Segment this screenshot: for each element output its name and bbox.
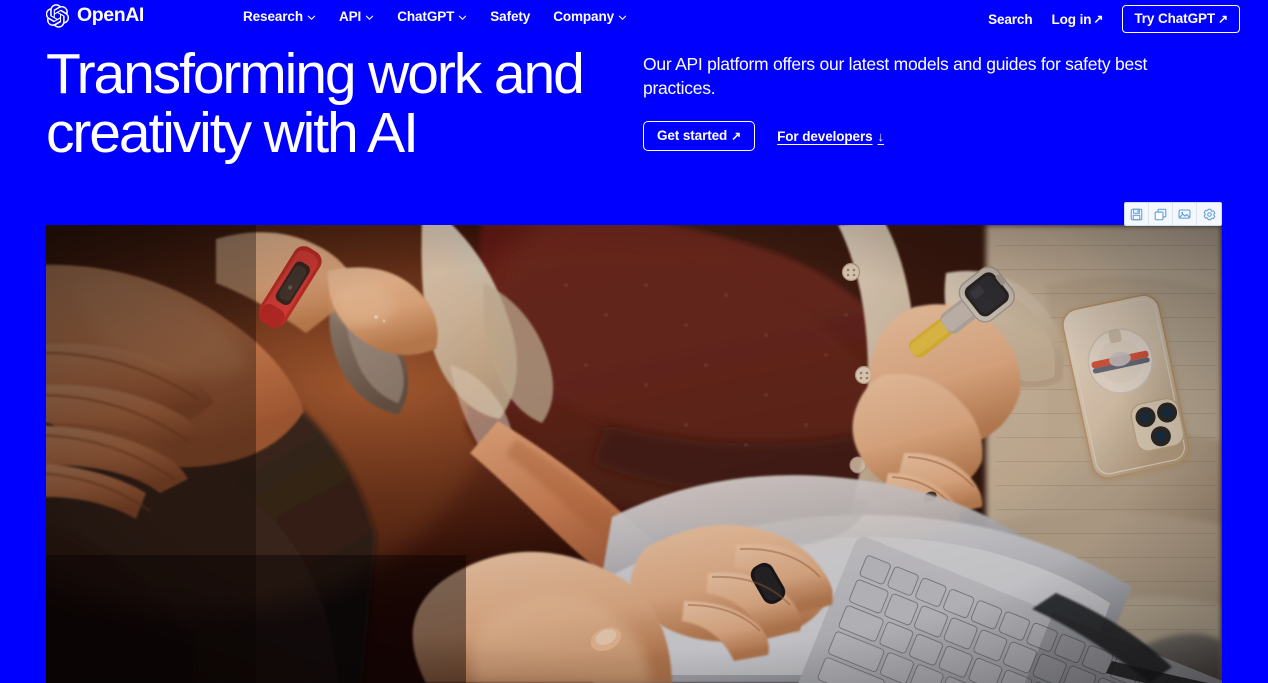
for-developers-label: For developers [777,128,873,144]
nav-item-api[interactable]: API [339,9,374,24]
nav-item-safety[interactable]: Safety [490,9,530,24]
login-link[interactable]: Log in ↗ [1052,12,1104,27]
get-started-label: Get started [657,128,728,144]
page-title: Transforming work and creativity with AI [46,42,646,166]
image-toolbar [1124,202,1222,226]
brand-name: OpenAI [77,4,144,27]
hero-actions: Get started ↗ For developers ↓ [643,121,1223,152]
try-chatgpt-label: Try ChatGPT [1134,11,1216,26]
nav-item-label: Company [553,9,615,24]
hero-photo [46,225,1222,683]
site-header: OpenAI Research API ChatGPT Safety Compa… [0,0,1268,34]
copy-icon[interactable] [1149,203,1173,225]
hero-copy-block: Our API platform offers our latest model… [643,52,1223,152]
arrow-up-right-icon: ↗ [1093,12,1104,26]
search-label: Search [988,11,1033,27]
get-started-button[interactable]: Get started ↗ [643,121,756,152]
openai-blossom-icon [45,4,70,28]
try-chatgpt-button[interactable]: Try ChatGPT ↗ [1122,5,1240,33]
settings-gear-icon[interactable] [1197,203,1221,225]
chevron-down-icon [618,13,627,22]
nav-item-label: Safety [490,9,531,24]
header-actions: Search Log in ↗ Try ChatGPT ↗ [988,5,1240,33]
chevron-down-icon [458,13,467,22]
openai-landing-page: OpenAI Research API ChatGPT Safety Compa… [0,0,1268,683]
nav-item-label: Research [243,9,303,24]
search-button[interactable]: Search [988,11,1033,27]
nav-item-chatgpt[interactable]: ChatGPT [397,9,467,24]
save-icon[interactable] [1125,203,1149,225]
nav-item-label: API [339,9,362,24]
brand-home-link[interactable]: OpenAI [45,4,144,28]
page-title-line-2: creativity with AI [46,101,419,166]
nav-item-research[interactable]: Research [243,9,316,24]
hero-image-container [46,225,1222,683]
chevron-down-icon [365,13,374,22]
hero-description: Our API platform offers our latest model… [643,54,1148,99]
arrow-up-right-icon: ↗ [731,128,742,143]
login-label: Log in [1051,11,1092,27]
page-title-line-1: Transforming work and [46,42,585,106]
chevron-down-icon [307,13,316,22]
primary-navigation: Research API ChatGPT Safety Company [243,9,627,24]
for-developers-link[interactable]: For developers ↓ [777,129,884,144]
nav-item-label: ChatGPT [397,9,455,24]
image-icon[interactable] [1173,203,1197,225]
nav-item-company[interactable]: Company [553,9,627,24]
arrow-up-right-icon: ↗ [1218,11,1228,26]
arrow-down-icon: ↓ [877,128,885,144]
